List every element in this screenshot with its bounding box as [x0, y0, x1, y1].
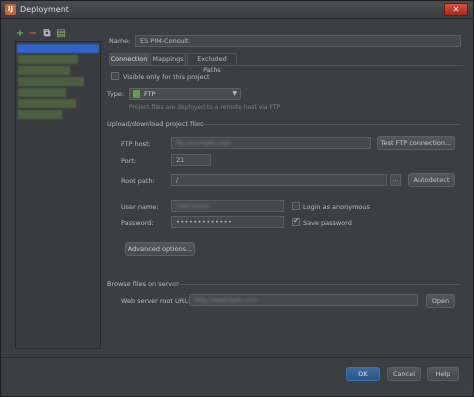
ftp-host-label: FTP host: [121, 140, 151, 148]
server-list-item[interactable] [18, 66, 70, 75]
server-list-item-selected[interactable] [17, 44, 99, 53]
root-path-label: Root path: [121, 177, 155, 185]
password-field[interactable]: ••••••••••••• [171, 216, 284, 228]
user-name-field[interactable]: username [171, 200, 284, 212]
tab-divider [109, 65, 463, 66]
upload-section-title: Upload/download project files [107, 120, 204, 128]
chevron-down-icon: ▼ [232, 90, 237, 97]
visible-only-checkbox[interactable] [111, 72, 119, 80]
visible-only-label: Visible only for this project [123, 73, 210, 81]
browse-section-divider [173, 284, 461, 285]
autodetect-button[interactable]: Autodetect [408, 173, 455, 187]
window-title: Deployment [20, 5, 69, 14]
checkmark-icon: ✓ [293, 216, 300, 225]
open-button[interactable]: Open [426, 294, 455, 308]
web-root-url-field[interactable]: http://example.com [189, 294, 418, 306]
name-field[interactable]: ES PIM-Consult [135, 35, 461, 47]
port-field[interactable]: 21 [171, 154, 211, 166]
resize-grip-icon[interactable]: ⋰ [463, 386, 471, 394]
remove-server-icon[interactable]: − [28, 29, 38, 39]
browse-button[interactable]: ... [390, 174, 401, 186]
login-anonymous-checkbox[interactable] [292, 202, 300, 210]
server-list-item[interactable] [18, 55, 78, 64]
type-value: FTP [144, 90, 156, 98]
ftp-host-value: ftp.example.com [176, 139, 231, 147]
add-server-icon[interactable]: + [15, 29, 25, 39]
server-list-item[interactable] [18, 77, 84, 86]
port-label: Port: [121, 157, 137, 165]
ftp-host-field[interactable]: ftp.example.com [171, 137, 371, 149]
type-hint: Project files are deployed to a remote h… [129, 104, 281, 111]
type-label: Type: [107, 90, 125, 98]
deployment-dialog: IJ Deployment ✕ + − ⧉ ▤ Name: ES PIM-Con… [0, 0, 474, 397]
user-name-label: User name: [121, 203, 159, 211]
default-server-icon[interactable]: ▤ [56, 29, 66, 39]
ftp-icon [133, 90, 140, 98]
advanced-options-button[interactable]: Advanced options... [125, 242, 195, 256]
cancel-button[interactable]: Cancel [387, 367, 421, 381]
tab-mappings[interactable]: Mappings [150, 53, 186, 65]
upload-section-divider [201, 124, 461, 125]
tab-connection[interactable]: Connection [109, 53, 149, 65]
title-bar: IJ Deployment ✕ [1, 1, 473, 19]
password-label: Password: [121, 219, 154, 227]
user-name-value: username [176, 202, 209, 210]
root-path-field[interactable]: / [171, 174, 387, 186]
test-ftp-connection-button[interactable]: Test FTP connection... [377, 136, 455, 150]
copy-server-icon[interactable]: ⧉ [42, 29, 52, 39]
server-list-item[interactable] [18, 88, 66, 97]
login-anonymous-label: Login as anonymous [303, 203, 370, 211]
ok-button[interactable]: OK [346, 367, 380, 381]
web-root-url-label: Web server root URL: [121, 297, 191, 305]
server-list-item[interactable] [18, 110, 62, 119]
type-dropdown[interactable]: FTP ▼ [129, 88, 241, 100]
close-button[interactable]: ✕ [444, 3, 468, 16]
browse-section-title: Browse files on server [107, 280, 179, 288]
app-icon: IJ [5, 4, 16, 15]
server-list-item[interactable] [18, 99, 76, 108]
web-root-url-value: http://example.com [194, 296, 258, 304]
save-password-checkbox[interactable]: ✓ [292, 216, 300, 226]
tab-excluded-paths[interactable]: Excluded Paths [187, 53, 237, 74]
footer-divider [1, 357, 473, 358]
name-label: Name: [109, 37, 131, 45]
server-list[interactable] [15, 41, 101, 349]
save-password-label: Save password [303, 219, 352, 227]
help-button[interactable]: Help [427, 367, 459, 381]
